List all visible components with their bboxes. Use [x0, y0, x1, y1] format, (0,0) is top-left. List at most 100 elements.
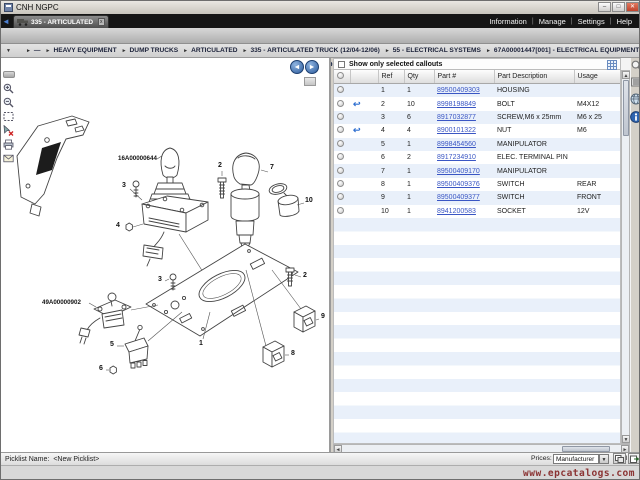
table-row[interactable]: ↩ 8 1 89500409376 SWITCH REAR [334, 178, 621, 191]
breadcrumb-item[interactable]: — [34, 47, 41, 54]
scroll-up-icon[interactable]: ▲ [622, 71, 630, 79]
breadcrumb-item[interactable]: HEAVY EQUIPMENT [53, 47, 116, 54]
part-number-label[interactable]: 49A00000902 [42, 299, 81, 306]
close-button[interactable]: ✕ [626, 2, 639, 12]
menu-item[interactable]: Information [484, 17, 532, 26]
header-usage[interactable]: Usage [574, 70, 621, 84]
vertical-scroll-thumb[interactable] [623, 80, 629, 136]
header-part[interactable]: Part # [434, 70, 494, 84]
row-select-radio[interactable] [337, 140, 344, 147]
picklist-icon[interactable] [631, 77, 640, 87]
row-select-radio[interactable] [337, 193, 344, 200]
row-select-radio[interactable] [337, 86, 344, 93]
header-ref[interactable]: Ref [378, 70, 404, 84]
part-number-link[interactable]: 8917234910 [434, 151, 494, 164]
table-row[interactable]: ↩ 6 2 8917234910 ELEC. TERMINAL PIN [334, 151, 621, 164]
row-select-radio[interactable] [337, 207, 344, 214]
zoom-out-icon[interactable] [3, 97, 14, 108]
maximize-button[interactable]: □ [612, 2, 625, 12]
search-icon[interactable] [631, 60, 640, 71]
breadcrumb-item[interactable]: 55 - ELECTRICAL SYSTEMS [393, 47, 481, 54]
scroll-down-icon[interactable]: ▼ [622, 435, 630, 443]
cell-ref: 9 [378, 191, 404, 204]
part-number-link[interactable]: 8917032877 [434, 111, 494, 124]
grid-icon[interactable] [607, 60, 617, 70]
callout-4[interactable]: 4 [116, 222, 120, 229]
table-row[interactable]: ↩ 9 1 89500409377 SWITCH FRONT [334, 191, 621, 204]
callout-7[interactable]: 7 [270, 164, 274, 171]
globe-icon[interactable] [630, 93, 640, 105]
header-description[interactable]: Part Description [494, 70, 574, 84]
email-icon[interactable] [3, 153, 14, 164]
breadcrumb-item[interactable]: 67A00001447[001] - ELECTRICAL EQUIPMENTS… [494, 47, 640, 54]
callout-1[interactable]: 1 [199, 340, 203, 347]
cell-qty: 4 [404, 124, 434, 137]
part-number-link[interactable]: 8900101322 [434, 124, 494, 137]
menu-item[interactable]: Help [612, 17, 637, 26]
callout-9[interactable]: 9 [321, 313, 325, 320]
zoom-in-icon[interactable] [3, 83, 14, 94]
clear-selection-icon[interactable] [3, 125, 14, 136]
prices-select[interactable]: Manufacturer [553, 454, 599, 464]
callout-2[interactable]: 2 [218, 162, 222, 169]
cell-usage: FRONT [574, 191, 621, 204]
part-number-link[interactable]: 89500409303 [434, 84, 494, 98]
row-select-radio[interactable] [337, 113, 344, 120]
cell-qty: 10 [404, 97, 434, 110]
menu-item[interactable]: Settings [573, 17, 610, 26]
callout-6[interactable]: 6 [99, 365, 103, 372]
part-number-link[interactable]: 89500409377 [434, 191, 494, 204]
tab-active-catalog[interactable]: 335 - ARTICULATED ... x [13, 15, 109, 28]
toolbar-grip[interactable] [3, 71, 15, 78]
picklist-export-button[interactable] [628, 453, 640, 464]
callout-8[interactable]: 8 [291, 350, 295, 357]
row-select-radio[interactable] [337, 180, 344, 187]
minimize-button[interactable]: – [598, 2, 611, 12]
header-qty[interactable]: Qty [404, 70, 434, 84]
breadcrumb-item[interactable]: DUMP TRUCKS [130, 47, 179, 54]
part-number-link[interactable]: 89500409376 [434, 178, 494, 191]
picklist-copy-button[interactable] [613, 453, 626, 464]
pinwheel-dropdown-icon[interactable]: ▼ [6, 48, 11, 54]
prices-dropdown-icon[interactable]: ▼ [599, 454, 609, 464]
breadcrumb-item[interactable]: ARTICULATED [191, 47, 237, 54]
callout-10[interactable]: 10 [305, 197, 313, 204]
cell-description: MANIPULATOR [494, 138, 574, 151]
info-icon[interactable] [630, 111, 640, 123]
table-row[interactable]: ↩ 4 4 8900101322 NUT M6 [334, 124, 621, 137]
table-row[interactable]: ↩ 10 1 8941200583 SOCKET 12V [334, 205, 621, 218]
table-row[interactable]: ↩ 5 1 8998454560 MANIPULATOR [334, 138, 621, 151]
picklist-value[interactable]: <New Picklist> [53, 456, 99, 463]
parts-table-body: ↩ 1 1 89500409303 HOUSING ↩ 2 10 [334, 84, 621, 218]
callout-3[interactable]: 3 [122, 182, 126, 189]
breadcrumb-item[interactable]: 335 - ARTICULATED TRUCK (12/04-12/06) [250, 47, 379, 54]
part-number-link[interactable]: 89500409170 [434, 164, 494, 177]
row-select-radio[interactable] [337, 167, 344, 174]
cell-usage: M6 x 25 [574, 111, 621, 124]
breadcrumb-arrow-icon: ► [385, 48, 390, 54]
part-number-link[interactable]: 8998198849 [434, 97, 494, 110]
tab-scroll-left-icon[interactable]: ◄ [2, 17, 10, 26]
table-row[interactable]: ↩ 3 6 8917032877 SCREW,M6 x 25mm M6 x 25 [334, 111, 621, 124]
table-row[interactable]: ↩ 2 10 8998198849 BOLT M4X12 [334, 97, 621, 110]
table-row[interactable]: ↩ 1 1 89500409303 HOUSING [334, 84, 621, 98]
callout-link-icon[interactable]: ↩ [353, 125, 361, 135]
row-select-radio[interactable] [337, 100, 344, 107]
callout-link-icon[interactable]: ↩ [353, 99, 361, 109]
table-row[interactable]: ↩ 7 1 89500409170 MANIPULATOR [334, 164, 621, 177]
callout-3[interactable]: 3 [158, 276, 162, 283]
part-number-link[interactable]: 8941200583 [434, 205, 494, 218]
tab-close-icon[interactable]: x [98, 18, 106, 26]
zoom-region-icon[interactable] [3, 111, 14, 122]
callout-2[interactable]: 2 [303, 272, 307, 279]
print-icon[interactable] [3, 139, 14, 150]
vertical-scrollbar[interactable]: ▲ ▼ [621, 70, 630, 444]
menu-item[interactable]: Manage [534, 17, 571, 26]
row-select-radio[interactable] [337, 153, 344, 160]
part-number-label[interactable]: 16A00000644 [118, 155, 157, 162]
row-select-radio[interactable] [337, 126, 344, 133]
part-number-link[interactable]: 8998454560 [434, 138, 494, 151]
exploded-diagram[interactable]: 16A00000644 49A00000902 3 4 2 7 10 3 2 1… [14, 58, 331, 445]
callout-5[interactable]: 5 [110, 341, 114, 348]
show-only-checkbox[interactable] [338, 61, 345, 68]
